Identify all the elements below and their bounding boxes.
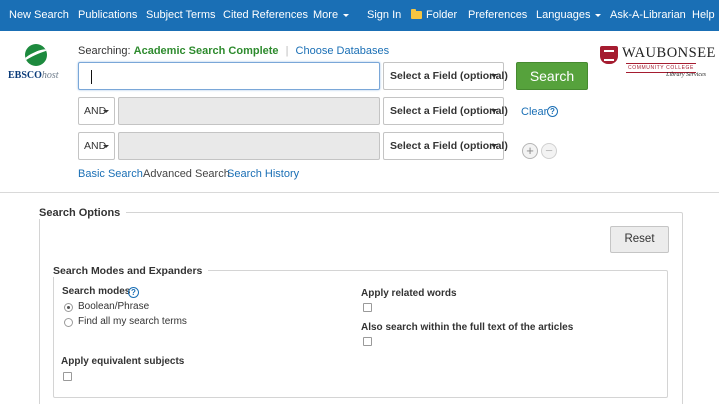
nav-ask-a-librarian[interactable]: Ask-A-Librarian — [610, 0, 686, 31]
help-icon[interactable]: ? — [547, 106, 558, 117]
nav-sign-in[interactable]: Sign In — [367, 0, 401, 31]
equivalent-subjects-checkbox[interactable] — [63, 372, 72, 381]
field-select-1[interactable]: Select a Field (optional) — [383, 62, 508, 90]
basic-search-link[interactable]: Basic Search — [78, 168, 143, 180]
nav-folder-label: Folder — [426, 9, 458, 21]
nav-languages[interactable]: Languages — [536, 0, 602, 31]
library-services-tagline: Library Services — [666, 72, 706, 78]
section-divider — [0, 192, 719, 193]
radio-find-all-terms[interactable] — [64, 318, 73, 327]
nav-publications[interactable]: Publications — [78, 0, 137, 31]
waubonsee-logo[interactable]: WAUBONSEE COMMUNITY COLLEGE Library Serv… — [598, 44, 716, 84]
searching-label: Searching: — [78, 45, 131, 57]
ebsco-wordmark: EBSCOhost — [8, 70, 59, 81]
remove-row-minus-icon[interactable]: − — [541, 143, 557, 159]
ebsco-wordmark-bold: EBSCO — [8, 70, 42, 81]
radio-boolean-phrase[interactable] — [64, 303, 73, 312]
nav-help[interactable]: Help — [692, 0, 715, 31]
caret-down-icon — [595, 13, 602, 17]
nav-folder[interactable]: Folder — [411, 0, 457, 31]
nav-preferences[interactable]: Preferences — [468, 0, 527, 31]
search-modes-label: Search modes — [62, 286, 131, 297]
ebsco-wordmark-italic: host — [41, 70, 59, 81]
boolean-operator-select-3[interactable]: AND — [78, 132, 115, 160]
text-cursor — [91, 70, 92, 84]
advanced-search-current: Advanced Search — [143, 168, 230, 180]
boolean-operator-select-2[interactable]: AND — [78, 97, 115, 125]
waubonsee-shield-icon — [600, 46, 618, 64]
search-button[interactable]: Search — [516, 62, 588, 90]
help-icon[interactable]: ? — [128, 287, 139, 298]
equivalent-subjects-label: Apply equivalent subjects — [61, 356, 185, 367]
caret-down-icon — [491, 109, 497, 113]
choose-databases-link[interactable]: Choose Databases — [296, 45, 390, 57]
nav-subject-terms[interactable]: Subject Terms — [146, 0, 216, 31]
field-select-2[interactable]: Select a Field (optional) — [383, 97, 508, 125]
field-select-3[interactable]: Select a Field (optional) — [383, 132, 508, 160]
nav-more-label: More — [313, 9, 339, 21]
waubonsee-name: WAUBONSEE — [622, 45, 716, 61]
clear-link[interactable]: Clear — [521, 106, 547, 118]
search-modes-expanders-title: Search Modes and Expanders — [53, 265, 209, 277]
nav-cited-references[interactable]: Cited References — [223, 0, 308, 31]
top-nav-bar: New Search Publications Subject Terms Ci… — [0, 0, 719, 31]
search-term-input-3[interactable] — [118, 132, 380, 160]
folder-icon — [411, 9, 422, 19]
add-row-plus-icon[interactable]: + — [522, 143, 538, 159]
search-options-title: Search Options — [39, 207, 127, 219]
current-database: Academic Search Complete — [133, 45, 279, 57]
full-text-checkbox[interactable] — [363, 337, 372, 346]
searching-line: Searching: Academic Search Complete | Ch… — [78, 45, 390, 57]
caret-down-icon — [103, 110, 109, 113]
reset-button[interactable]: Reset — [610, 226, 669, 253]
search-term-input-1[interactable] — [78, 62, 380, 90]
related-words-label: Apply related words — [361, 288, 457, 299]
related-words-checkbox[interactable] — [363, 303, 372, 312]
search-history-link[interactable]: Search History — [227, 168, 299, 180]
radio-find-all-terms-label: Find all my search terms — [78, 316, 187, 327]
caret-down-icon — [103, 145, 109, 148]
caret-down-icon — [491, 144, 497, 148]
caret-down-icon — [343, 13, 350, 17]
caret-down-icon — [491, 74, 497, 78]
ebsco-globe-icon — [25, 44, 47, 66]
nav-new-search[interactable]: New Search — [9, 0, 69, 31]
search-term-input-2[interactable] — [118, 97, 380, 125]
nav-languages-label: Languages — [536, 9, 591, 21]
radio-boolean-phrase-label: Boolean/Phrase — [78, 301, 150, 312]
nav-more[interactable]: More — [313, 0, 350, 31]
full-text-label: Also search within the full text of the … — [361, 322, 574, 333]
ebscohost-logo[interactable]: EBSCOhost — [8, 44, 68, 84]
